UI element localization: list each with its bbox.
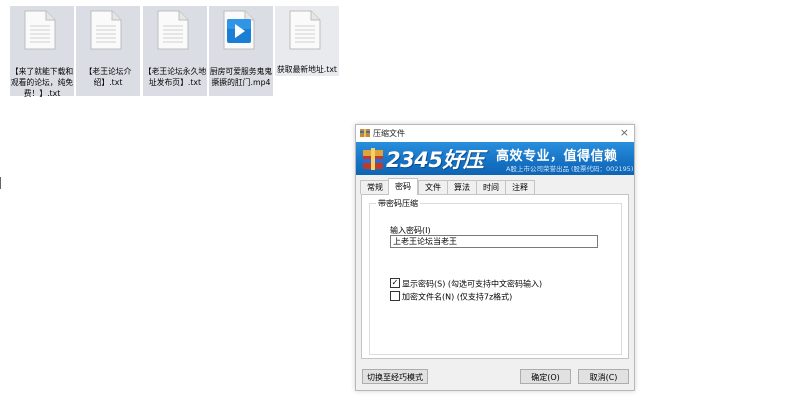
close-icon[interactable]: ×: [620, 126, 629, 139]
tab-password[interactable]: 密码: [388, 178, 418, 195]
screen-edge-mark: [0, 177, 1, 189]
show-password-row[interactable]: ✓ 显示密码(S) (勾选可支持中文密码输入): [390, 278, 543, 290]
dialog-title: 压缩文件: [373, 129, 405, 138]
encrypt-names-row[interactable]: 加密文件名(N) (仅支持7z格式): [390, 291, 513, 303]
file-name: 厨房可爱服务鬼鬼撅撅的肛门.mp4: [209, 67, 273, 87]
file-item[interactable]: 【老王论坛永久地址发布页】.txt: [143, 6, 207, 96]
file-name: 【来了就能下载和观看的论坛，纯免费！】.txt: [10, 67, 74, 98]
tab-files[interactable]: 文件: [418, 180, 448, 194]
show-password-checkbox[interactable]: ✓: [390, 278, 400, 288]
brand-slogan: 高效专业，值得信赖: [496, 149, 618, 164]
encrypt-names-label: 加密文件名(N) (仅支持7z格式): [402, 292, 513, 302]
tab-comment[interactable]: 注释: [505, 180, 535, 194]
encrypt-names-checkbox[interactable]: [390, 291, 400, 301]
file-item[interactable]: 厨房可爱服务鬼鬼撅撅的肛门.mp4: [209, 6, 273, 96]
brand-subtitle: A股上市公司荣誉出品 (股票代码：002195): [506, 165, 634, 173]
brand-banner: 2345好压 高效专业，值得信赖 A股上市公司荣誉出品 (股票代码：002195…: [356, 142, 634, 175]
file-item[interactable]: 获取最新地址.txt: [275, 6, 339, 76]
tab-algorithm[interactable]: 算法: [447, 180, 477, 194]
text-document-icon: [90, 10, 122, 50]
file-name: 获取最新地址.txt: [277, 65, 337, 74]
tab-general[interactable]: 常规: [360, 180, 390, 194]
text-document-icon: [157, 10, 189, 50]
brand-name: 2345好压: [386, 148, 484, 172]
video-file-icon: [223, 10, 255, 50]
show-password-label: 显示密码(S) (勾选可支持中文密码输入): [402, 279, 543, 289]
compress-dialog: 压缩文件 × 2345好压 高效专业，值得信赖 A股上市公司荣誉出品 (股票代码…: [355, 124, 635, 391]
password-input[interactable]: 上老王论坛当老王: [390, 235, 598, 248]
text-document-icon: [24, 10, 56, 50]
file-name: 【老王论坛介绍】.txt: [84, 67, 132, 87]
file-item[interactable]: 【来了就能下载和观看的论坛，纯免费！】.txt: [10, 6, 74, 98]
text-document-icon: [289, 10, 321, 50]
ok-button[interactable]: 确定(O): [520, 369, 571, 384]
switch-mode-button[interactable]: 切换至经巧模式: [362, 369, 428, 384]
tab-panel-password: 带密码压缩 输入密码(I) 上老王论坛当老王 ✓ 显示密码(S) (勾选可支持中文…: [361, 194, 629, 359]
file-name: 【老王论坛永久地址发布页】.txt: [143, 67, 207, 87]
file-item[interactable]: 【老王论坛介绍】.txt: [76, 6, 140, 96]
dialog-titlebar[interactable]: 压缩文件 ×: [356, 125, 634, 142]
group-title: 带密码压缩: [376, 198, 420, 209]
cancel-button[interactable]: 取消(C): [578, 369, 629, 384]
archive-app-icon: [360, 129, 370, 137]
tab-time[interactable]: 时间: [476, 180, 506, 194]
haozip-logo-icon: [363, 148, 383, 170]
